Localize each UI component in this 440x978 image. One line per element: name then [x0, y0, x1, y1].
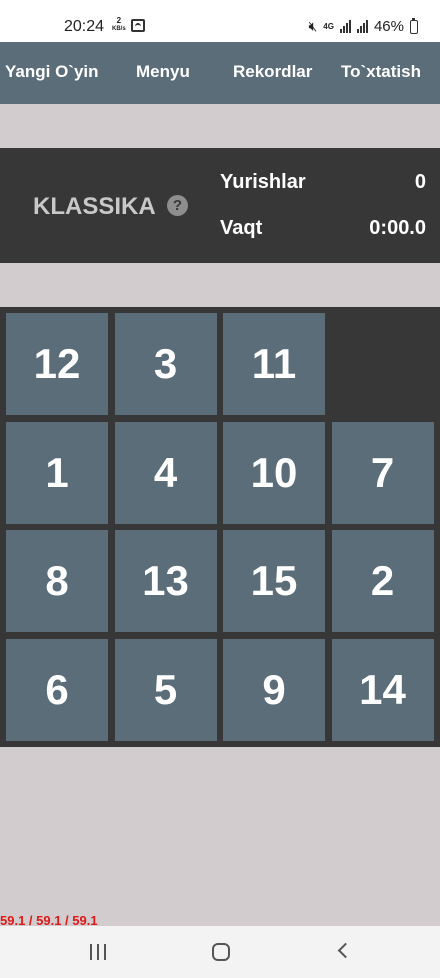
- puzzle-tile[interactable]: 1: [6, 421, 108, 524]
- puzzle-tile[interactable]: 3: [114, 313, 217, 415]
- moves-value: 0: [414, 171, 426, 193]
- puzzle-tile[interactable]: 5: [114, 638, 217, 741]
- records-button[interactable]: Rekordlar: [233, 62, 312, 82]
- puzzle-tile[interactable]: 4: [114, 421, 217, 524]
- back-icon[interactable]: [337, 942, 354, 959]
- status-right: 🔇︎ 4G 46%: [308, 17, 418, 35]
- game-mode-label: KLASSIKA: [33, 193, 156, 220]
- status-bar: 20:24 2 KB/s 🔇︎ 4G 46%: [0, 0, 440, 42]
- puzzle-tile[interactable]: 11: [223, 313, 325, 415]
- menu-bar: Yangi O`yin Menyu Rekordlar To`xtatish: [0, 42, 440, 104]
- puzzle-board: 12 3 11 1 4 10 7 8 13 15 2 6 5 9 14: [0, 307, 440, 747]
- puzzle-tile[interactable]: 8: [6, 530, 108, 632]
- status-time: 20:24: [64, 18, 105, 35]
- time-value: 0:00.0: [369, 217, 426, 239]
- net-speed: 2 KB/s: [112, 17, 126, 33]
- recents-icon[interactable]: [90, 944, 108, 960]
- battery-percent: 46%: [373, 18, 404, 35]
- info-panel: KLASSIKA ? Yurishlar 0 Vaqt 0:00.0: [0, 148, 440, 263]
- puzzle-tile[interactable]: 7: [331, 421, 434, 524]
- moves-label: Yurishlar: [220, 171, 306, 193]
- puzzle-tile[interactable]: 12: [6, 313, 108, 415]
- puzzle-tile[interactable]: 2: [331, 530, 434, 632]
- network-type: 4G: [323, 21, 334, 31]
- puzzle-tile[interactable]: 6: [6, 638, 108, 741]
- puzzle-tile[interactable]: 14: [331, 638, 434, 741]
- notification-icon: [131, 19, 145, 32]
- puzzle-tile[interactable]: 9: [223, 638, 325, 741]
- navigation-bar: [0, 926, 440, 978]
- net-speed-unit: KB/s: [112, 26, 126, 32]
- home-icon[interactable]: [212, 943, 230, 961]
- puzzle-tile[interactable]: 15: [223, 530, 325, 632]
- mute-icon: 🔇︎: [308, 18, 318, 34]
- new-game-button[interactable]: Yangi O`yin: [5, 62, 99, 82]
- help-icon[interactable]: ?: [167, 195, 188, 216]
- battery-icon: [410, 17, 418, 34]
- stop-button[interactable]: To`xtatish: [341, 62, 421, 82]
- puzzle-tile[interactable]: 10: [223, 421, 325, 524]
- menu-button[interactable]: Menyu: [136, 62, 190, 82]
- time-label: Vaqt: [220, 217, 263, 239]
- net-speed-value: 2: [116, 16, 122, 25]
- signal-icon-2: [356, 20, 368, 33]
- signal-icon: [339, 20, 351, 33]
- puzzle-tile[interactable]: 13: [114, 530, 217, 632]
